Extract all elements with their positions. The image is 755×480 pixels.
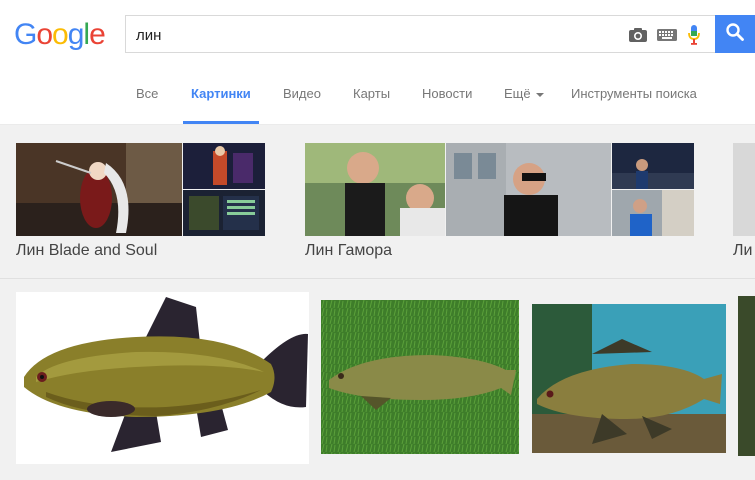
cluster-label-gamora[interactable]: Лин Гамора [305,241,392,261]
tab-video[interactable]: Видео [283,86,321,102]
search-input[interactable] [136,25,616,45]
cluster-image-blade-and-soul-main[interactable] [16,143,182,236]
cluster-image-partial[interactable] [733,143,755,236]
cluster-image-blade-and-soul-2[interactable] [183,143,265,189]
camera-icon[interactable] [627,24,649,46]
keyboard-icon[interactable] [656,24,678,46]
cluster-image-gamora-2[interactable] [446,143,611,236]
caret-down-icon [536,92,545,97]
tab-search-tools[interactable]: Инструменты поиска [571,86,697,102]
cluster-label-blade-and-soul[interactable]: Лин Blade and Soul [16,241,157,261]
fish-image-1[interactable] [16,292,309,464]
cluster-image-gamora-4[interactable] [612,190,694,236]
tab-maps[interactable]: Карты [353,86,390,102]
active-tab-indicator [183,121,259,124]
cluster-image-gamora-1[interactable] [305,143,445,236]
search-tabs: Все Картинки Видео Карты Новости Ещё Инс… [0,66,755,125]
logo-letter: e [89,18,106,51]
cluster-image-gamora-3[interactable] [612,143,694,189]
google-logo[interactable]: Google [14,18,106,52]
tab-news[interactable]: Новости [422,86,472,102]
fish-image-4[interactable] [738,296,755,456]
tab-more[interactable]: Ещё [504,86,545,102]
divider [0,278,755,279]
tab-all[interactable]: Все [136,86,158,102]
tab-images[interactable]: Картинки [191,86,251,102]
cluster-label-partial[interactable]: Ли [733,241,752,261]
tab-more-label: Ещё [504,86,531,101]
search-icon [725,22,745,47]
microphone-icon[interactable] [683,24,705,46]
search-box [125,15,715,53]
header: Google [0,0,755,66]
search-button[interactable] [715,15,755,53]
fish-image-3[interactable] [532,304,726,453]
cluster-image-blade-and-soul-3[interactable] [183,190,265,236]
logo-letter: o [36,18,53,51]
logo-letter: g [67,18,85,51]
logo-letter: o [52,18,69,51]
logo-letter: G [14,18,37,51]
fish-image-2[interactable] [321,300,519,454]
